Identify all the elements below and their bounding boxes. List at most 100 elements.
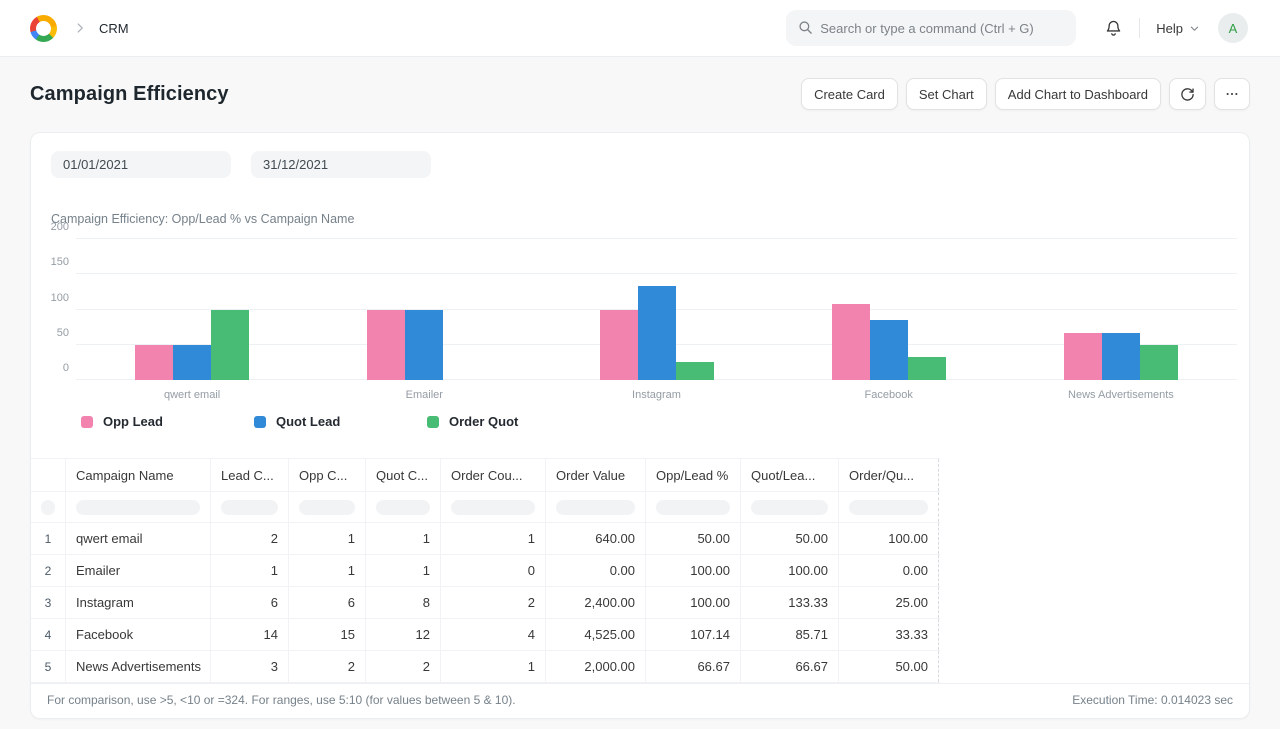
- chart-bar-quot-lead[interactable]: [870, 320, 908, 380]
- column-header[interactable]: Order Cou...: [441, 459, 546, 491]
- column-header[interactable]: Opp C...: [289, 459, 366, 491]
- chart-bar-order-quot[interactable]: [908, 357, 946, 380]
- table-cell[interactable]: 6: [211, 587, 289, 618]
- chart-bar-opp-lead[interactable]: [367, 310, 405, 381]
- table-cell[interactable]: 15: [289, 619, 366, 650]
- table-cell[interactable]: 50.00: [839, 651, 939, 682]
- column-filter-input[interactable]: [66, 492, 211, 522]
- help-menu[interactable]: Help: [1156, 21, 1200, 36]
- column-header[interactable]: Campaign Name: [66, 459, 211, 491]
- column-header[interactable]: Order Value: [546, 459, 646, 491]
- column-filter-input[interactable]: [31, 492, 66, 522]
- breadcrumb-crm[interactable]: CRM: [99, 21, 129, 36]
- table-cell[interactable]: 1: [441, 523, 546, 554]
- chart-bar-opp-lead[interactable]: [1064, 333, 1102, 380]
- column-filter-input[interactable]: [366, 492, 441, 522]
- chart-bar-quot-lead[interactable]: [173, 345, 211, 380]
- table-cell[interactable]: 50.00: [646, 523, 741, 554]
- table-cell[interactable]: 4,525.00: [546, 619, 646, 650]
- table-cell[interactable]: 1: [366, 523, 441, 554]
- table-cell[interactable]: 1: [366, 555, 441, 586]
- table-cell[interactable]: Instagram: [66, 587, 211, 618]
- table-cell[interactable]: 133.33: [741, 587, 839, 618]
- table-cell[interactable]: 0.00: [546, 555, 646, 586]
- table-cell[interactable]: 2: [289, 651, 366, 682]
- legend-item[interactable]: Order Quot: [427, 414, 600, 429]
- row-number-cell[interactable]: 3: [31, 587, 66, 618]
- legend-item[interactable]: Quot Lead: [254, 414, 427, 429]
- chart-bar-order-quot[interactable]: [211, 310, 249, 381]
- table-cell[interactable]: 8: [366, 587, 441, 618]
- column-filter-input[interactable]: [646, 492, 741, 522]
- table-cell[interactable]: 6: [289, 587, 366, 618]
- column-filter-input[interactable]: [441, 492, 546, 522]
- table-cell[interactable]: 4: [441, 619, 546, 650]
- row-number-cell[interactable]: 5: [31, 651, 66, 682]
- chart-bar-order-quot[interactable]: [676, 362, 714, 380]
- table-cell[interactable]: 1: [441, 651, 546, 682]
- table-cell[interactable]: 2: [366, 651, 441, 682]
- table-cell[interactable]: 0.00: [839, 555, 939, 586]
- table-cell[interactable]: 1: [289, 523, 366, 554]
- table-cell[interactable]: 85.71: [741, 619, 839, 650]
- table-cell[interactable]: 0: [441, 555, 546, 586]
- column-header[interactable]: Quot/Lea...: [741, 459, 839, 491]
- table-cell[interactable]: 100.00: [646, 555, 741, 586]
- table-cell[interactable]: 14: [211, 619, 289, 650]
- column-header[interactable]: Opp/Lead %: [646, 459, 741, 491]
- add-chart-to-dashboard-button[interactable]: Add Chart to Dashboard: [995, 78, 1161, 110]
- row-number-cell[interactable]: 2: [31, 555, 66, 586]
- create-card-button[interactable]: Create Card: [801, 78, 898, 110]
- table-cell[interactable]: 2,400.00: [546, 587, 646, 618]
- app-logo-icon[interactable]: [30, 15, 57, 42]
- table-cell[interactable]: 12: [366, 619, 441, 650]
- table-cell[interactable]: 25.00: [839, 587, 939, 618]
- chart-bar-quot-lead[interactable]: [638, 286, 676, 380]
- chart-bar-opp-lead[interactable]: [600, 310, 638, 381]
- chart-bar-quot-lead[interactable]: [1102, 333, 1140, 380]
- column-filter-input[interactable]: [741, 492, 839, 522]
- table-cell[interactable]: News Advertisements: [66, 651, 211, 682]
- table-cell[interactable]: 1: [289, 555, 366, 586]
- table-cell[interactable]: Facebook: [66, 619, 211, 650]
- chart-bar-opp-lead[interactable]: [832, 304, 870, 380]
- row-number-cell[interactable]: 1: [31, 523, 66, 554]
- table-cell[interactable]: 66.67: [741, 651, 839, 682]
- table-cell[interactable]: 640.00: [546, 523, 646, 554]
- column-filter-input[interactable]: [211, 492, 289, 522]
- table-cell[interactable]: 50.00: [741, 523, 839, 554]
- table-cell[interactable]: qwert email: [66, 523, 211, 554]
- column-header[interactable]: Order/Qu...: [839, 459, 939, 491]
- set-chart-button[interactable]: Set Chart: [906, 78, 987, 110]
- user-avatar[interactable]: A: [1218, 13, 1248, 43]
- column-header[interactable]: [31, 459, 66, 491]
- search-input[interactable]: [786, 10, 1076, 46]
- notifications-bell-icon[interactable]: [1104, 19, 1123, 38]
- table-cell[interactable]: 107.14: [646, 619, 741, 650]
- legend-item[interactable]: Opp Lead: [81, 414, 254, 429]
- chart-bar-order-quot[interactable]: [1140, 345, 1178, 380]
- table-cell[interactable]: 100.00: [741, 555, 839, 586]
- from-date-filter[interactable]: [51, 151, 231, 178]
- refresh-button[interactable]: [1169, 78, 1206, 110]
- table-cell[interactable]: 100.00: [839, 523, 939, 554]
- table-cell[interactable]: 3: [211, 651, 289, 682]
- column-filter-input[interactable]: [839, 492, 939, 522]
- table-cell[interactable]: 2: [441, 587, 546, 618]
- table-cell[interactable]: Emailer: [66, 555, 211, 586]
- column-filter-input[interactable]: [289, 492, 366, 522]
- to-date-filter[interactable]: [251, 151, 431, 178]
- column-header[interactable]: Quot C...: [366, 459, 441, 491]
- table-cell[interactable]: 2,000.00: [546, 651, 646, 682]
- chart-bar-quot-lead[interactable]: [405, 310, 443, 381]
- table-cell[interactable]: 66.67: [646, 651, 741, 682]
- more-menu-button[interactable]: [1214, 78, 1250, 110]
- row-number-cell[interactable]: 4: [31, 619, 66, 650]
- table-cell[interactable]: 100.00: [646, 587, 741, 618]
- chart-bar-opp-lead[interactable]: [135, 345, 173, 380]
- column-header[interactable]: Lead C...: [211, 459, 289, 491]
- column-filter-input[interactable]: [546, 492, 646, 522]
- table-cell[interactable]: 1: [211, 555, 289, 586]
- table-cell[interactable]: 33.33: [839, 619, 939, 650]
- table-cell[interactable]: 2: [211, 523, 289, 554]
